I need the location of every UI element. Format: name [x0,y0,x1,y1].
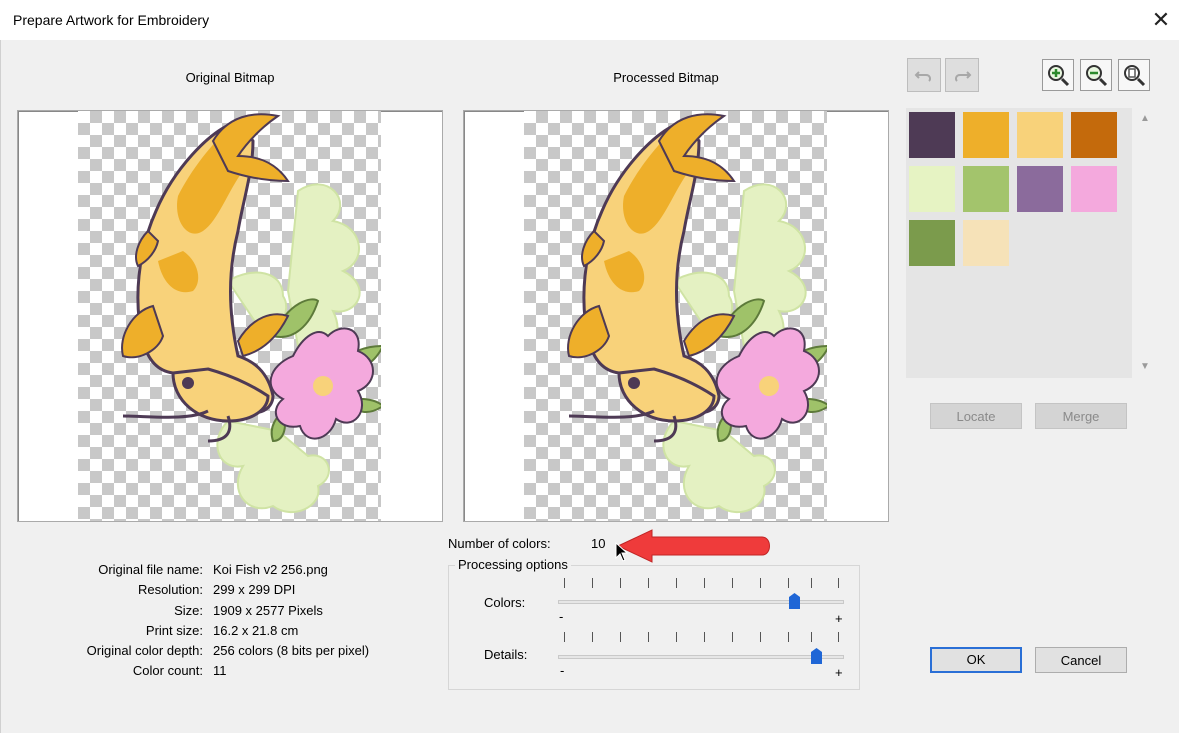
size-label: Size: [174,603,203,618]
mouse-cursor-icon [615,542,629,562]
details-slider-minus: - [560,663,565,678]
number-of-colors-value: 10 [591,536,606,551]
processing-options-title: Processing options [455,557,571,572]
zoom-in-icon [1048,65,1070,87]
cancel-button[interactable]: Cancel [1035,647,1127,673]
print-size-label: Print size: [145,623,203,638]
details-slider-ticks [558,632,844,644]
zoom-out-button[interactable] [1080,59,1112,91]
original-bitmap-panel[interactable] [17,110,443,522]
palette-scroll-down-icon[interactable]: ▼ [1138,360,1152,374]
window-title: Prepare Artwork for Embroidery [13,12,210,28]
palette-swatch[interactable] [909,220,955,266]
redo-button[interactable] [945,58,979,92]
redo-icon [955,71,972,82]
palette-swatch[interactable] [1071,166,1117,212]
processed-bitmap-caption: Processed Bitmap [613,70,719,85]
print-size-value: 16.2 x 21.8 cm [213,623,299,638]
original-bitmap-caption: Original Bitmap [185,70,275,85]
size-value: 1909 x 2577 Pixels [213,603,323,618]
palette-scroll-up-icon[interactable]: ▲ [1138,112,1152,126]
details-slider-thumb[interactable] [811,648,822,664]
red-arrow-icon [616,529,770,563]
file-name-value: Koi Fish v2 256.png [213,562,328,577]
colors-slider-minus: - [559,609,564,624]
palette-swatch[interactable] [1071,112,1117,158]
zoom-out-icon [1086,65,1108,87]
resolution-label: Resolution: [137,582,203,597]
merge-button[interactable]: Merge [1035,403,1127,429]
file-name-label: Original file name: [98,562,203,577]
undo-icon [914,71,931,82]
koi-fish-artwork [121,113,381,513]
title-bar: Prepare Artwork for Embroidery ✕ [0,0,1179,40]
details-slider-plus: + [835,665,843,680]
colors-slider-ticks [558,578,844,590]
colors-slider-plus: + [835,611,843,626]
colors-slider-track[interactable] [558,600,844,604]
palette-swatch[interactable] [963,220,1009,266]
undo-button[interactable] [907,58,941,92]
color-count-value: 11 [213,663,227,678]
palette-swatch[interactable] [963,166,1009,212]
zoom-fit-icon [1124,65,1146,87]
color-depth-value: 256 colors (8 bits per pixel) [213,643,370,658]
details-slider-track[interactable] [558,655,844,659]
colors-slider-thumb[interactable] [789,593,800,609]
details-slider-label: Details: [484,647,528,662]
zoom-in-button[interactable] [1042,59,1074,91]
locate-button[interactable]: Locate [930,403,1022,429]
resolution-value: 299 x 299 DPI [213,582,296,597]
number-of-colors-label: Number of colors: [448,536,551,551]
colors-slider-label: Colors: [484,595,526,610]
palette-swatch[interactable] [1017,166,1063,212]
processed-bitmap-panel[interactable] [463,110,889,522]
close-icon[interactable]: ✕ [1148,6,1174,34]
color-count-label: Color count: [132,663,203,678]
zoom-fit-button[interactable] [1118,59,1150,91]
koi-fish-processed-artwork [566,112,827,514]
palette-swatch[interactable] [1017,112,1063,158]
palette-swatch[interactable] [909,112,955,158]
color-palette [906,108,1132,378]
palette-swatch[interactable] [963,112,1009,158]
palette-swatch[interactable] [909,166,955,212]
color-depth-label: Original color depth: [86,643,203,658]
ok-button[interactable]: OK [930,647,1022,673]
